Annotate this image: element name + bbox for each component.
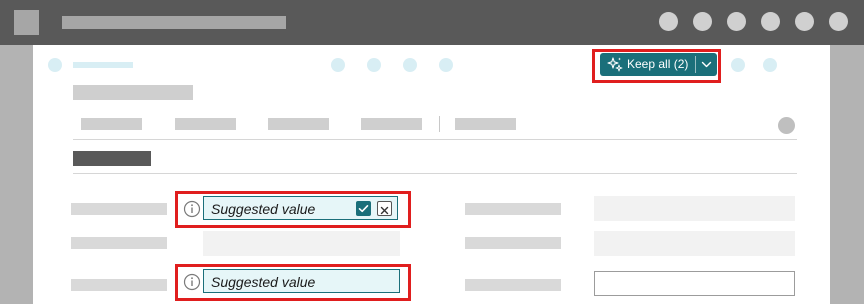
section-title-placeholder <box>73 151 151 166</box>
info-icon[interactable] <box>183 200 201 218</box>
sparkle-icon <box>607 57 623 72</box>
titlebar-button-6[interactable] <box>829 12 848 31</box>
titlebar-button-2[interactable] <box>693 12 712 31</box>
tab-4[interactable] <box>361 118 422 130</box>
suggestion-1-value: Suggested value <box>211 201 316 217</box>
reject-suggestion-1-button[interactable] <box>377 201 392 216</box>
window-title-placeholder <box>62 16 286 29</box>
titlebar-button-3[interactable] <box>727 12 746 31</box>
tab-1[interactable] <box>81 118 142 130</box>
tab-overflow-button[interactable] <box>778 117 795 134</box>
info-icon[interactable] <box>183 273 201 291</box>
command-button-2[interactable] <box>367 58 381 72</box>
keep-all-label: Keep all (2) <box>627 57 689 71</box>
field-label-1 <box>71 203 167 215</box>
field-6-input[interactable] <box>594 271 795 296</box>
field-5-value[interactable] <box>594 231 795 256</box>
field-label-2 <box>71 237 167 249</box>
close-icon <box>380 206 389 215</box>
tab-2[interactable] <box>175 118 236 130</box>
command-bar-back-button[interactable] <box>48 58 62 72</box>
field-label-5 <box>465 237 561 249</box>
command-button-4[interactable] <box>439 58 453 72</box>
record-form-page: Keep all (2) Suggested value Suggested v… <box>33 45 830 304</box>
command-bar-item[interactable] <box>73 62 133 68</box>
field-label-3 <box>71 279 167 291</box>
window-titlebar <box>0 0 864 45</box>
field-4-value[interactable] <box>594 196 795 221</box>
titlebar-button-1[interactable] <box>659 12 678 31</box>
command-button-1[interactable] <box>331 58 345 72</box>
command-button-6[interactable] <box>763 58 777 72</box>
titlebar-button-5[interactable] <box>795 12 814 31</box>
section-divider <box>73 173 797 174</box>
tab-divider <box>73 139 797 140</box>
field-label-6 <box>465 279 561 291</box>
tab-3[interactable] <box>268 118 329 130</box>
tab-5[interactable] <box>455 118 516 130</box>
field-label-4 <box>465 203 561 215</box>
keep-all-dropdown-button[interactable] <box>696 53 717 76</box>
suggestion-1-field[interactable]: Suggested value <box>203 196 398 220</box>
app-icon <box>14 10 39 35</box>
suggestion-2-field[interactable]: Suggested value <box>203 269 400 293</box>
record-title-placeholder <box>73 85 193 100</box>
command-button-5[interactable] <box>731 58 745 72</box>
command-button-3[interactable] <box>403 58 417 72</box>
keep-all-button[interactable]: Keep all (2) <box>600 53 694 76</box>
field-2-value[interactable] <box>203 231 400 256</box>
keep-all-split-button[interactable]: Keep all (2) <box>600 53 717 76</box>
tab-separator <box>439 116 440 132</box>
titlebar-button-4[interactable] <box>761 12 780 31</box>
chevron-down-icon <box>701 61 712 68</box>
accept-suggestion-1-button[interactable] <box>356 201 371 216</box>
checkmark-icon <box>358 205 369 213</box>
suggestion-2-value: Suggested value <box>211 274 316 290</box>
